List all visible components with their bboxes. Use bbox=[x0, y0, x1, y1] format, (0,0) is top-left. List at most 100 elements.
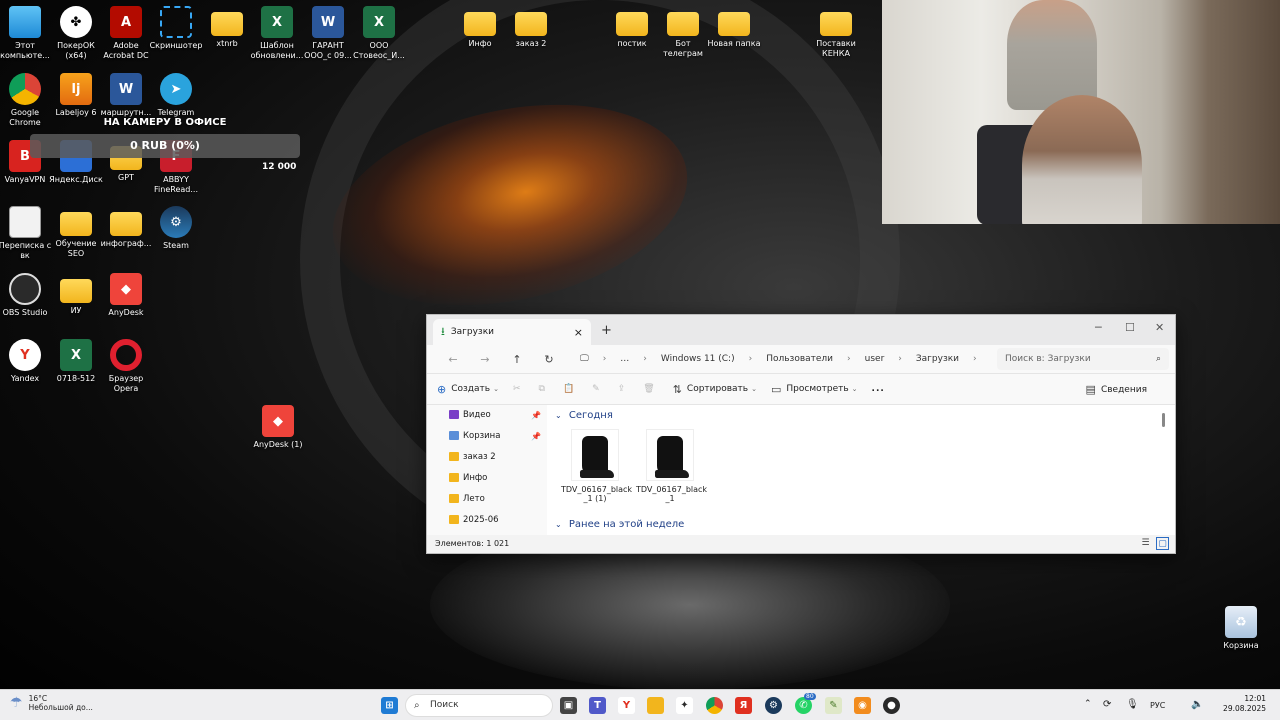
forward-button[interactable]: → bbox=[469, 353, 501, 366]
nav-item-video[interactable]: Видео 📌 bbox=[427, 405, 547, 426]
desktop-icon-vk-chat[interactable]: Переписка с вк bbox=[0, 206, 53, 261]
donation-goal-title: НА КАМЕРУ В ОФИСЕ bbox=[103, 117, 227, 128]
new-tab-button[interactable]: + bbox=[601, 323, 612, 338]
yandex-browser-icon[interactable]: Y bbox=[618, 697, 635, 714]
desktop-icon-pokerok[interactable]: ✤ ПокерОК (x64) bbox=[48, 6, 104, 61]
group-today[interactable]: ⌄ Сегодня bbox=[551, 407, 1167, 425]
anydesk-icon: ◆ bbox=[262, 405, 294, 437]
steam-icon[interactable]: ⚙ bbox=[765, 697, 782, 714]
desktop-icon-infograph[interactable]: инфограф... bbox=[98, 206, 154, 249]
close-window-button[interactable]: ✕ bbox=[1155, 321, 1164, 334]
desktop-icon-xtnrb[interactable]: xtnrb bbox=[199, 6, 255, 49]
taskbar-search[interactable]: ⌕ Поиск bbox=[405, 694, 553, 717]
cut-icon[interactable]: ✂ bbox=[513, 384, 521, 394]
up-button[interactable]: ↑ bbox=[501, 353, 533, 366]
create-button[interactable]: ⊕ Создать ⌄ bbox=[437, 383, 499, 396]
screenshoter-icon bbox=[160, 6, 192, 38]
view-button[interactable]: ▭ Просмотреть ⌄ bbox=[771, 383, 858, 396]
group-earlier-this-week[interactable]: ⌄ Ранее на этой неделе bbox=[551, 516, 684, 534]
delete-icon[interactable]: 🗑 bbox=[643, 384, 654, 394]
desktop-icon-screenshoter[interactable]: Скриншотер bbox=[148, 6, 204, 51]
desktop-icon-this-pc[interactable]: Этот компьюте... bbox=[0, 6, 53, 61]
share-icon[interactable]: ⇪ bbox=[618, 384, 626, 394]
weather-widget[interactable]: ☂ 16°C Небольшой до... bbox=[10, 694, 93, 712]
breadcrumb-downloads[interactable]: Загрузки bbox=[916, 354, 959, 364]
copy-icon[interactable]: ⧉ bbox=[539, 384, 545, 394]
desktop-icon-anydesk-1[interactable]: ◆ AnyDesk (1) bbox=[250, 405, 306, 450]
desktop-icon-opera[interactable]: Браузер Opera bbox=[98, 339, 154, 394]
rename-icon[interactable]: ✎ bbox=[592, 384, 600, 394]
app-orange-icon[interactable]: ◉ bbox=[854, 697, 871, 714]
desktop-icon-stroveos[interactable]: X ООО Стовеос_И... bbox=[351, 6, 407, 61]
obs-icon[interactable]: ● bbox=[883, 697, 900, 714]
desktop-icon-telegram[interactable]: ➤ Telegram bbox=[148, 73, 204, 118]
desktop-icon-route[interactable]: W маршрутн... bbox=[98, 73, 154, 118]
notes-icon[interactable]: ✎ bbox=[825, 697, 842, 714]
close-tab-icon[interactable]: × bbox=[574, 326, 583, 339]
nav-item-info[interactable]: Инфо bbox=[427, 468, 547, 489]
desktop-icon-info[interactable]: Инфо bbox=[452, 6, 508, 49]
nav-item-recycle-bin[interactable]: Корзина 📌 bbox=[427, 426, 547, 447]
title-bar[interactable]: ⭳ Загрузки × + ─ ☐ ✕ bbox=[427, 315, 1175, 345]
desktop-icon-garant[interactable]: W ГАРАНТ ООО_с 09... bbox=[300, 6, 356, 61]
chevron-right-icon: › bbox=[973, 354, 977, 364]
file-explorer-icon[interactable] bbox=[647, 697, 664, 714]
file-explorer-window[interactable]: ⭳ Загрузки × + ─ ☐ ✕ ← → ↑ ↻ 🖵 › … › Win… bbox=[426, 314, 1176, 554]
details-pane-button[interactable]: ▤ Сведения bbox=[1086, 383, 1147, 396]
desktop-icon-obs[interactable]: OBS Studio bbox=[0, 273, 53, 318]
desktop-icon-steam[interactable]: ⚙ Steam bbox=[148, 206, 204, 251]
desktop-icon-yandex[interactable]: Y Yandex bbox=[0, 339, 53, 384]
desktop-icon-acrobat[interactable]: A Adobe Acrobat DC bbox=[98, 6, 154, 61]
chrome-icon[interactable] bbox=[706, 697, 723, 714]
desktop-icon-new-folder[interactable]: Новая папка bbox=[706, 6, 762, 49]
more-icon[interactable]: … bbox=[620, 354, 629, 364]
search-input[interactable]: Поиск в: Загрузки ⌕ bbox=[997, 348, 1169, 370]
paste-icon[interactable]: 📋 bbox=[563, 384, 574, 394]
file-item[interactable]: TDV_06167_black _1 (1) bbox=[561, 429, 632, 503]
task-view-icon[interactable]: ▣ bbox=[560, 697, 577, 714]
folder-icon bbox=[820, 12, 852, 36]
yandex-icon[interactable]: Я bbox=[735, 697, 752, 714]
breadcrumb-user[interactable]: user bbox=[865, 354, 885, 364]
start-button[interactable]: ⊞ bbox=[381, 697, 398, 714]
tiles-view-icon[interactable]: ▢ bbox=[1156, 537, 1169, 550]
labeljoy-icon: lj bbox=[60, 73, 92, 105]
app-icon[interactable]: ✦ bbox=[676, 697, 693, 714]
more-options-button[interactable]: ... bbox=[872, 384, 885, 394]
desktop-icon-postik[interactable]: постик bbox=[604, 6, 660, 49]
nav-item-summer[interactable]: Лето bbox=[427, 489, 547, 510]
monitor-icon[interactable]: 🖵 bbox=[580, 354, 589, 364]
language-indicator[interactable]: РУС bbox=[1150, 701, 1165, 710]
desktop-icon-bot[interactable]: Бот телеграм bbox=[655, 6, 711, 59]
microphone-icon[interactable]: 🎙 bbox=[1126, 699, 1139, 710]
sync-icon[interactable]: ⟳ bbox=[1103, 699, 1111, 710]
desktop-icon-seo[interactable]: Обучение SEO bbox=[48, 206, 104, 259]
refresh-button[interactable]: ↻ bbox=[533, 353, 565, 366]
desktop-icon-labeljoy[interactable]: lj Labeljoy 6 bbox=[48, 73, 104, 118]
tab-downloads[interactable]: ⭳ Загрузки × bbox=[433, 319, 591, 345]
details-view-icon[interactable]: ☰ bbox=[1139, 537, 1152, 550]
desktop-icon-template[interactable]: X Шаблон обновлени... bbox=[249, 6, 305, 61]
file-item[interactable]: TDV_06167_black _1 bbox=[636, 429, 707, 503]
teams-icon[interactable]: T bbox=[589, 697, 606, 714]
chevron-up-icon[interactable]: ⌃ bbox=[1084, 699, 1092, 709]
clock[interactable]: 12:01 29.08.2025 bbox=[1223, 694, 1266, 714]
boot-sole-shape bbox=[580, 470, 614, 478]
breadcrumb-drive[interactable]: Windows 11 (C:) bbox=[661, 354, 735, 364]
vertical-scrollbar[interactable] bbox=[1162, 413, 1165, 427]
maximize-button[interactable]: ☐ bbox=[1125, 321, 1135, 334]
desktop-icon-anydesk[interactable]: ◆ AnyDesk bbox=[98, 273, 154, 318]
desktop-icon-0718[interactable]: X 0718-512 bbox=[48, 339, 104, 384]
desktop-icon-iu[interactable]: ИУ bbox=[48, 273, 104, 316]
back-button[interactable]: ← bbox=[437, 353, 469, 366]
breadcrumb-users[interactable]: Пользователи bbox=[766, 354, 833, 364]
volume-icon[interactable]: 🔈 bbox=[1191, 699, 1203, 710]
nav-item-order2[interactable]: заказ 2 bbox=[427, 447, 547, 468]
sort-button[interactable]: ⇅ Сортировать ⌄ bbox=[673, 383, 757, 396]
minimize-button[interactable]: ─ bbox=[1095, 321, 1102, 334]
chevron-down-icon: ⌄ bbox=[851, 385, 858, 393]
nav-item-2025-06[interactable]: 2025-06 bbox=[427, 510, 547, 531]
desktop-icon-kenka[interactable]: Поставки КЕНКА bbox=[808, 6, 864, 59]
desktop-icon-order2[interactable]: заказ 2 bbox=[503, 6, 559, 49]
desktop-icon-recycle-bin[interactable]: ♻ Корзина bbox=[1213, 606, 1269, 651]
